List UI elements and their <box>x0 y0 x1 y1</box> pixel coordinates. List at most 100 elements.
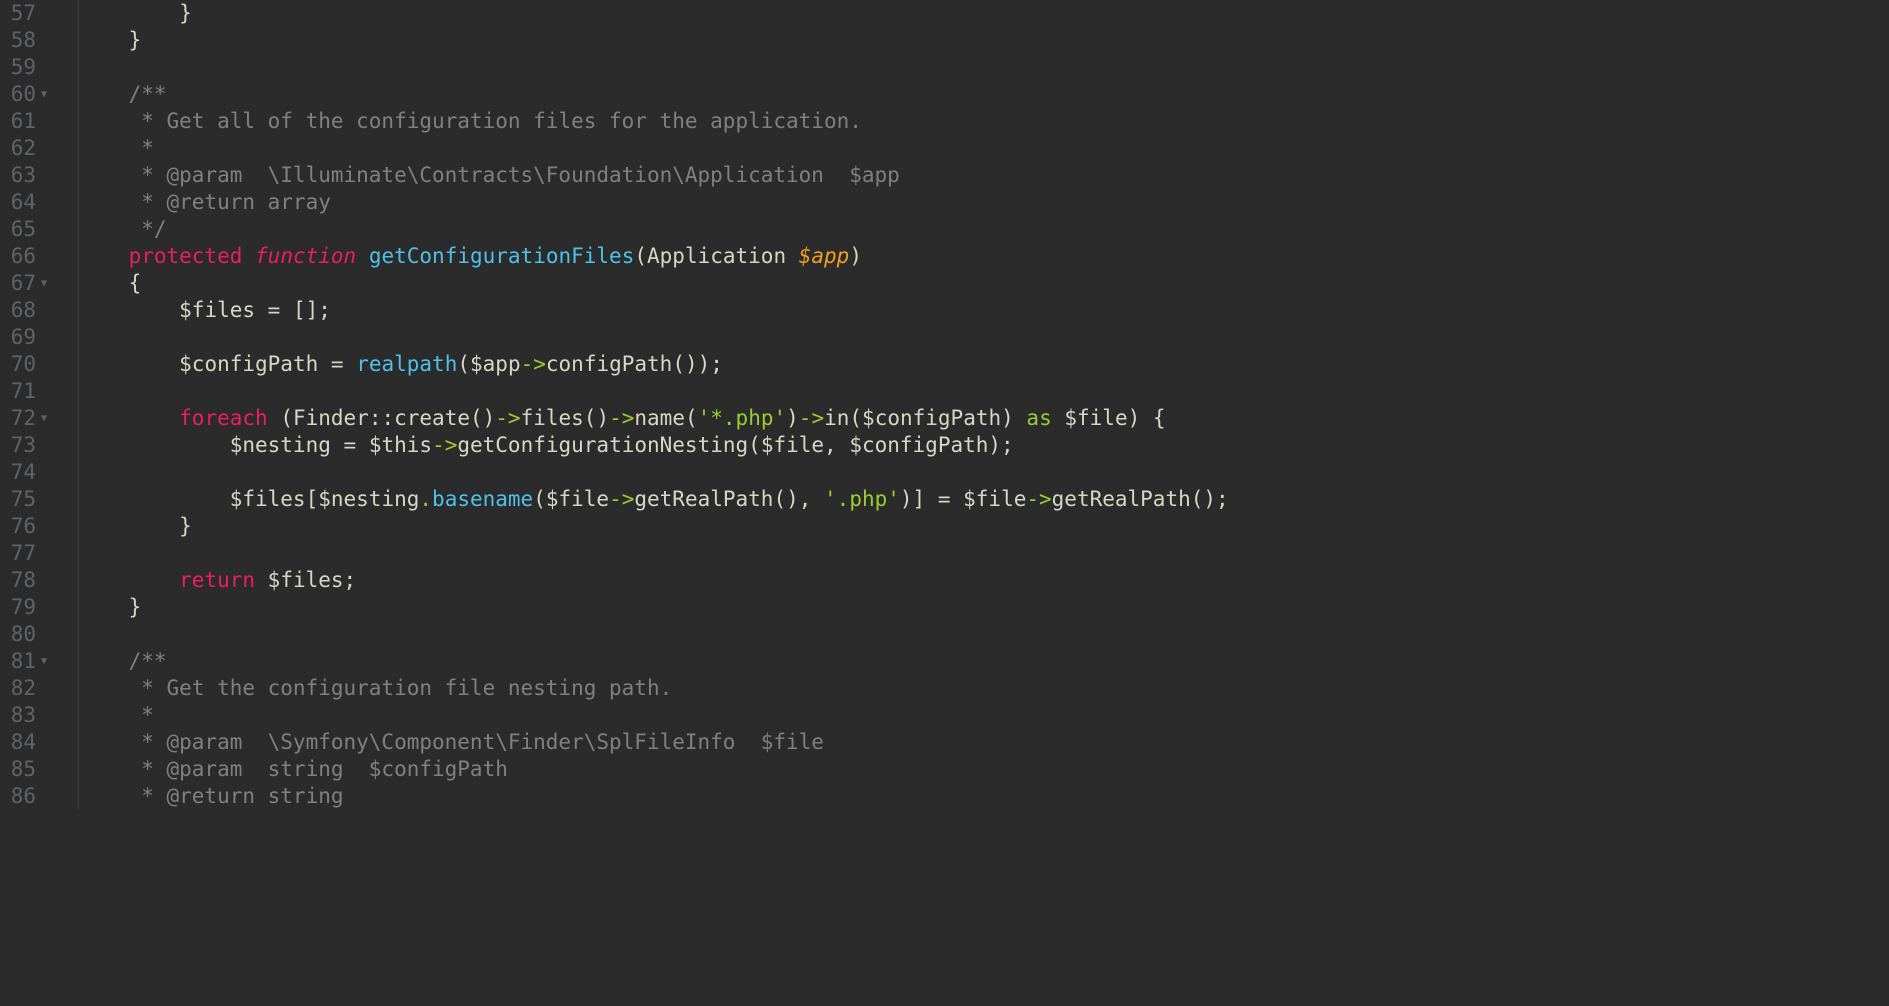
token: ) <box>786 406 799 430</box>
gutter-line: 69 <box>0 324 52 351</box>
indent-guide <box>78 594 79 621</box>
line-number: 69 <box>0 324 36 351</box>
token: '*.php' <box>698 406 787 430</box>
code-area[interactable]: } } /** * Get all of the configuration f… <box>58 0 1889 1006</box>
token <box>78 406 179 430</box>
code-line[interactable]: * @param \Illuminate\Contracts\Foundatio… <box>78 162 1889 189</box>
indent-guide <box>78 189 79 216</box>
token <box>78 568 179 592</box>
code-line[interactable]: foreach (Finder::create()->files()->name… <box>78 405 1889 432</box>
code-editor[interactable]: 5758596061626364656667686970717273747576… <box>0 0 1889 1006</box>
indent-guide <box>78 459 79 486</box>
line-number: 60 <box>0 81 36 108</box>
fold-icon[interactable] <box>36 648 52 675</box>
token: getConfigurationNesting <box>457 433 748 457</box>
indent-guide <box>78 702 79 729</box>
fold-icon[interactable] <box>36 405 52 432</box>
line-number: 71 <box>0 378 36 405</box>
fold-icon[interactable] <box>36 81 52 108</box>
token: $file <box>546 487 609 511</box>
code-line[interactable] <box>78 378 1889 405</box>
code-line[interactable]: $files[$nesting.basename($file->getRealP… <box>78 486 1889 513</box>
code-line[interactable]: return $files; <box>78 567 1889 594</box>
token: name <box>634 406 685 430</box>
code-line[interactable]: * Get the configuration file nesting pat… <box>78 675 1889 702</box>
fold-icon[interactable] <box>36 270 52 297</box>
code-line[interactable]: } <box>78 594 1889 621</box>
line-number: 82 <box>0 675 36 702</box>
code-line[interactable]: } <box>78 27 1889 54</box>
token: $files <box>230 487 306 511</box>
token <box>78 244 129 268</box>
code-line[interactable]: * <box>78 135 1889 162</box>
indent-guide <box>78 108 79 135</box>
code-line[interactable]: $nesting = $this->getConfigurationNestin… <box>78 432 1889 459</box>
gutter-line: 73 <box>0 432 52 459</box>
gutter-line: 81 <box>0 648 52 675</box>
token: (), <box>773 487 824 511</box>
token: Application <box>647 244 799 268</box>
code-line[interactable]: * @param string $configPath <box>78 756 1889 783</box>
token: -> <box>1026 487 1051 511</box>
code-line[interactable]: * @return string <box>78 783 1889 810</box>
gutter-line: 66 <box>0 243 52 270</box>
code-line[interactable]: { <box>78 270 1889 297</box>
token: $configPath <box>862 406 1001 430</box>
indent-guide <box>78 486 79 513</box>
indent-guide <box>78 783 79 810</box>
line-number: 67 <box>0 270 36 297</box>
code-line[interactable]: * <box>78 702 1889 729</box>
token: function <box>255 244 356 268</box>
token: $configPath <box>849 433 988 457</box>
line-number: 58 <box>0 27 36 54</box>
code-line[interactable]: * @return array <box>78 189 1889 216</box>
indent-guide <box>78 405 79 432</box>
token: * <box>78 703 154 727</box>
indent-guide <box>78 243 79 270</box>
code-line[interactable]: /** <box>78 81 1889 108</box>
gutter-line: 59 <box>0 54 52 81</box>
token: ( <box>268 406 293 430</box>
code-line[interactable] <box>78 621 1889 648</box>
code-line[interactable] <box>78 540 1889 567</box>
token: * Get the configuration file nesting pat… <box>78 676 672 700</box>
token: ; <box>344 568 357 592</box>
indent-guide <box>78 27 79 54</box>
line-number: 84 <box>0 729 36 756</box>
line-number: 70 <box>0 351 36 378</box>
gutter-line: 58 <box>0 27 52 54</box>
token: getRealPath <box>1052 487 1191 511</box>
token <box>242 244 255 268</box>
token: = <box>344 433 357 457</box>
token: } <box>78 1 192 25</box>
token <box>356 244 369 268</box>
code-line[interactable] <box>78 324 1889 351</box>
indent-guide <box>78 648 79 675</box>
gutter-line: 70 <box>0 351 52 378</box>
code-line[interactable]: } <box>78 0 1889 27</box>
code-line[interactable]: protected function getConfigurationFiles… <box>78 243 1889 270</box>
gutter-line: 65 <box>0 216 52 243</box>
token <box>78 433 230 457</box>
gutter-line: 80 <box>0 621 52 648</box>
line-number: 74 <box>0 459 36 486</box>
code-line[interactable]: /** <box>78 648 1889 675</box>
code-line[interactable]: $files = []; <box>78 297 1889 324</box>
code-line[interactable]: $configPath = realpath($app->configPath(… <box>78 351 1889 378</box>
line-number: 85 <box>0 756 36 783</box>
gutter-line: 86 <box>0 783 52 810</box>
code-line[interactable] <box>78 459 1889 486</box>
code-line[interactable]: * Get all of the configuration files for… <box>78 108 1889 135</box>
gutter-line: 62 <box>0 135 52 162</box>
line-number: 59 <box>0 54 36 81</box>
token: files <box>521 406 584 430</box>
code-line[interactable]: */ <box>78 216 1889 243</box>
indent-guide <box>78 621 79 648</box>
token: ( <box>533 487 546 511</box>
code-line[interactable]: * @param \Symfony\Component\Finder\SplFi… <box>78 729 1889 756</box>
indent-guide <box>78 756 79 783</box>
code-line[interactable] <box>78 54 1889 81</box>
token: ); <box>988 433 1013 457</box>
token: * @param \Illuminate\Contracts\Foundatio… <box>78 163 900 187</box>
code-line[interactable]: } <box>78 513 1889 540</box>
